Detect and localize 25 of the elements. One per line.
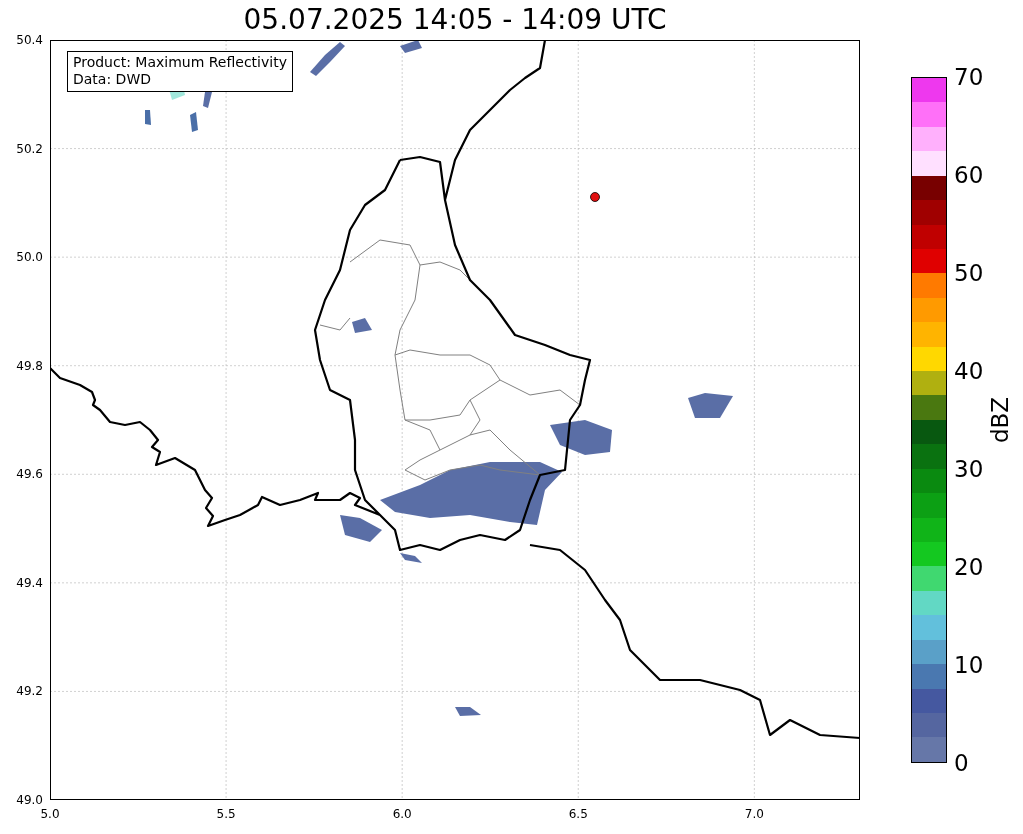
axis-tick-label: 6.0 (392, 807, 412, 821)
axis-tick-label: 50.0 (16, 250, 43, 265)
info-text: Product: Maximum Reflectivity (73, 54, 287, 71)
axis-tick-label: 49.4 (16, 575, 43, 590)
colorbar-tick-label: 40 (954, 358, 984, 384)
axis-tick-label: 49.0 (16, 793, 43, 807)
axis-tick-label: 7.0 (744, 807, 764, 821)
axis-tick-label: 6.5 (568, 807, 588, 821)
colorbar-tick-label: 70 (954, 64, 984, 90)
colorbar-tick-label: 60 (954, 162, 984, 188)
axis-tick-label: 5.5 (216, 807, 236, 821)
chart-title: 05.07.2025 14:05 - 14:09 UTC (242, 2, 668, 38)
colorbar-tick-label: 50 (954, 260, 984, 286)
colorbar-tick-label: 20 (954, 554, 984, 580)
axis-tick-label: 5.0 (40, 807, 60, 821)
colorbar-tick-label: 0 (954, 750, 969, 776)
axis-tick-label: 50.2 (16, 141, 43, 156)
colorbar-tick-label: 10 (954, 652, 984, 678)
colorbar-label: dBZ (987, 396, 1013, 444)
axis-tick-label: 50.4 (16, 33, 43, 47)
axis-tick-label: 49.2 (16, 684, 43, 699)
info-text: Data: DWD (73, 71, 152, 88)
colorbar-tick-label: 30 (954, 456, 984, 482)
axis-tick-label: 49.8 (16, 358, 43, 373)
axis-tick-label: 49.6 (16, 467, 43, 482)
